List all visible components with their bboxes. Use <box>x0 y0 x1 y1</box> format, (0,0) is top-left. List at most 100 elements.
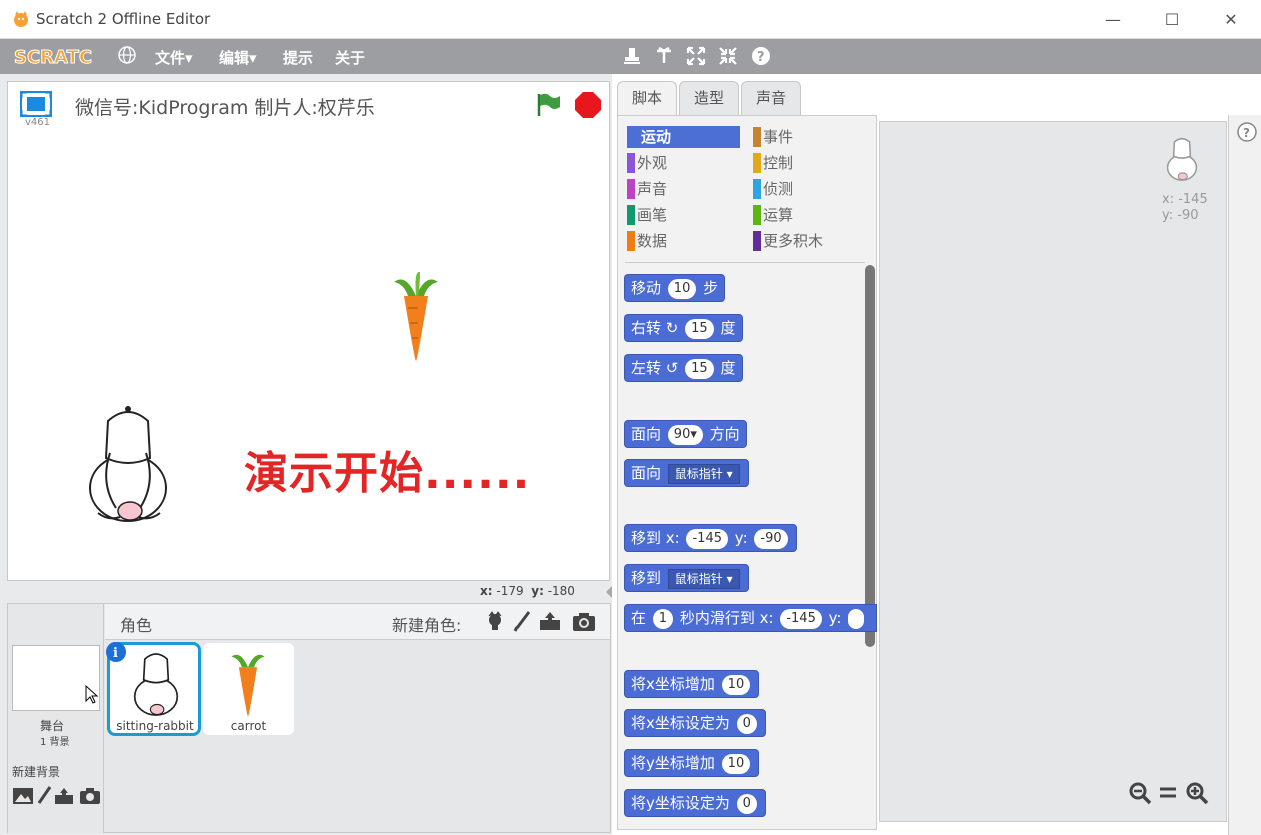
y-coord-label: y: <box>531 584 544 598</box>
category-data[interactable]: 数据 <box>627 230 740 252</box>
category-events[interactable]: 事件 <box>753 126 863 148</box>
stage-mouse-coords: x: -179 y: -180 <box>480 584 575 598</box>
change-x-input[interactable]: 10 <box>721 674 751 695</box>
block-set-x[interactable]: 将x坐标设定为 0 <box>624 709 766 737</box>
camera-icon[interactable] <box>571 611 597 633</box>
window-titlebar: Scratch 2 Offline Editor — ☐ ✕ <box>0 0 1261 39</box>
block-help-icon[interactable]: ? <box>1237 122 1257 142</box>
tab-sounds[interactable]: 声音 <box>741 81 801 115</box>
glide-secs-input[interactable]: 1 <box>652 608 674 629</box>
turn-left-input[interactable]: 15 <box>685 358 714 379</box>
upload-sprite-icon[interactable] <box>538 610 562 632</box>
sprite-y: y: -90 <box>1162 208 1199 223</box>
category-looks[interactable]: 外观 <box>627 152 740 174</box>
green-flag-icon[interactable] <box>534 91 562 119</box>
palette-divider <box>625 262 865 263</box>
camera-backdrop-icon[interactable] <box>79 787 101 805</box>
glide-y-input[interactable] <box>848 608 865 629</box>
category-pen[interactable]: 画笔 <box>627 204 740 226</box>
sprite-name-rabbit: sitting-rabbit <box>116 719 194 733</box>
block-turn-left[interactable]: 左转 ↺ 15 度 <box>624 354 743 382</box>
svg-text:?: ? <box>1243 126 1250 140</box>
set-x-input[interactable]: 0 <box>736 713 757 734</box>
stage-backdrop-count: 1 背景 <box>40 737 70 748</box>
block-glide[interactable]: 在 1 秒内滑行到 x: -145 y: <box>624 604 877 632</box>
x-coord-label: x: <box>480 584 493 598</box>
category-sound[interactable]: 声音 <box>627 178 740 200</box>
backdrop-library-icon[interactable] <box>12 787 34 805</box>
rabbit-sprite[interactable] <box>78 403 178 528</box>
block-turn-right[interactable]: 右转 ↻ 15 度 <box>624 314 743 342</box>
stage-project-title: 微信号:KidProgram 制片人:权芹乐 <box>75 97 375 119</box>
menu-edit[interactable]: 编辑▾ <box>219 47 257 68</box>
maximize-button[interactable]: ☐ <box>1157 8 1187 32</box>
menubar: SCRATCH 文件▾ 编辑▾ 提示 关于 ? <box>0 39 1261 74</box>
category-motion[interactable]: 运动 <box>627 126 740 148</box>
turn-right-input[interactable]: 15 <box>685 318 714 339</box>
rabbit-thumbnail <box>133 653 179 716</box>
language-globe-icon[interactable] <box>117 45 137 65</box>
block-move-steps[interactable]: 移动 10 步 <box>624 274 726 302</box>
block-point-direction[interactable]: 面向 90▾ 方向 <box>624 420 747 448</box>
help-icon[interactable]: ? <box>750 45 772 67</box>
scratch-logo[interactable]: SCRATCH <box>12 43 93 69</box>
sprite-tile-carrot[interactable]: carrot <box>203 643 294 735</box>
sprite-name-carrot: carrot <box>230 719 267 733</box>
tab-scripts[interactable]: 脚本 <box>617 81 677 117</box>
carrot-thumbnail <box>231 654 265 717</box>
grow-icon[interactable] <box>685 45 707 67</box>
minimize-button[interactable]: — <box>1098 8 1128 32</box>
menu-tips[interactable]: 提示 <box>283 47 313 68</box>
block-change-x[interactable]: 将x坐标增加 10 <box>624 670 760 698</box>
glide-x-input[interactable]: -145 <box>780 608 822 629</box>
menu-about[interactable]: 关于 <box>335 47 365 68</box>
block-goto-xy[interactable]: 移到 x: -145 y: -90 <box>624 524 797 552</box>
script-area[interactable] <box>879 121 1227 822</box>
block-point-towards[interactable]: 面向 鼠标指针 ▾ <box>624 459 749 487</box>
category-control[interactable]: 控制 <box>753 152 863 174</box>
steps-input[interactable]: 10 <box>667 278 697 299</box>
zoom-out-icon[interactable] <box>1127 780 1153 806</box>
block-goto[interactable]: 移到 鼠标指针 ▾ <box>624 564 749 592</box>
block-change-y[interactable]: 将y坐标增加 10 <box>624 749 760 777</box>
sprite-position: x: -145 y: -90 <box>1162 192 1208 224</box>
paint-backdrop-icon[interactable] <box>36 786 52 806</box>
paint-brush-icon[interactable] <box>511 610 533 632</box>
close-button[interactable]: ✕ <box>1216 8 1246 32</box>
fullscreen-icon[interactable] <box>20 91 52 117</box>
sprite-x: x: -145 <box>1162 192 1208 207</box>
duplicate-stamp-icon[interactable] <box>621 45 643 67</box>
shrink-icon[interactable] <box>717 45 739 67</box>
new-backdrop-label: 新建背景 <box>12 765 61 779</box>
collapse-stage-icon[interactable] <box>604 584 614 600</box>
block-set-y[interactable]: 将y坐标设定为 0 <box>624 789 766 817</box>
set-y-input[interactable]: 0 <box>736 793 757 814</box>
x-coord-value: -179 <box>496 584 524 598</box>
stop-icon[interactable] <box>574 91 602 119</box>
mouse-cursor-icon <box>85 685 99 704</box>
goto-y-input[interactable]: -90 <box>754 528 788 549</box>
sprite-library-icon[interactable] <box>484 610 506 632</box>
stage-canvas[interactable] <box>8 128 609 580</box>
category-more-blocks[interactable]: 更多积木 <box>753 230 863 252</box>
towards-dropdown[interactable]: 鼠标指针 ▾ <box>667 463 740 484</box>
rotate-left-icon: ↺ <box>665 359 679 377</box>
zoom-in-icon[interactable] <box>1184 780 1210 806</box>
direction-input[interactable]: 90▾ <box>667 424 703 445</box>
palette-scrollbar[interactable] <box>865 265 875 647</box>
menu-file[interactable]: 文件▾ <box>155 47 193 68</box>
tab-costumes[interactable]: 造型 <box>679 81 739 115</box>
goto-dropdown[interactable]: 鼠标指针 ▾ <box>667 568 740 589</box>
rotate-right-icon: ↻ <box>665 319 679 337</box>
change-y-input[interactable]: 10 <box>721 753 751 774</box>
upload-backdrop-icon[interactable] <box>54 787 74 805</box>
svg-text:?: ? <box>757 50 765 65</box>
goto-x-input[interactable]: -145 <box>686 528 728 549</box>
zoom-reset-icon[interactable] <box>1155 780 1181 806</box>
stage-label: 舞台 <box>40 719 65 733</box>
category-sensing[interactable]: 侦测 <box>753 178 863 200</box>
carrot-sprite[interactable] <box>386 268 446 363</box>
delete-scissors-icon[interactable] <box>653 45 675 67</box>
category-operators[interactable]: 运算 <box>753 204 863 226</box>
sprite-info-icon[interactable]: i <box>105 641 127 663</box>
